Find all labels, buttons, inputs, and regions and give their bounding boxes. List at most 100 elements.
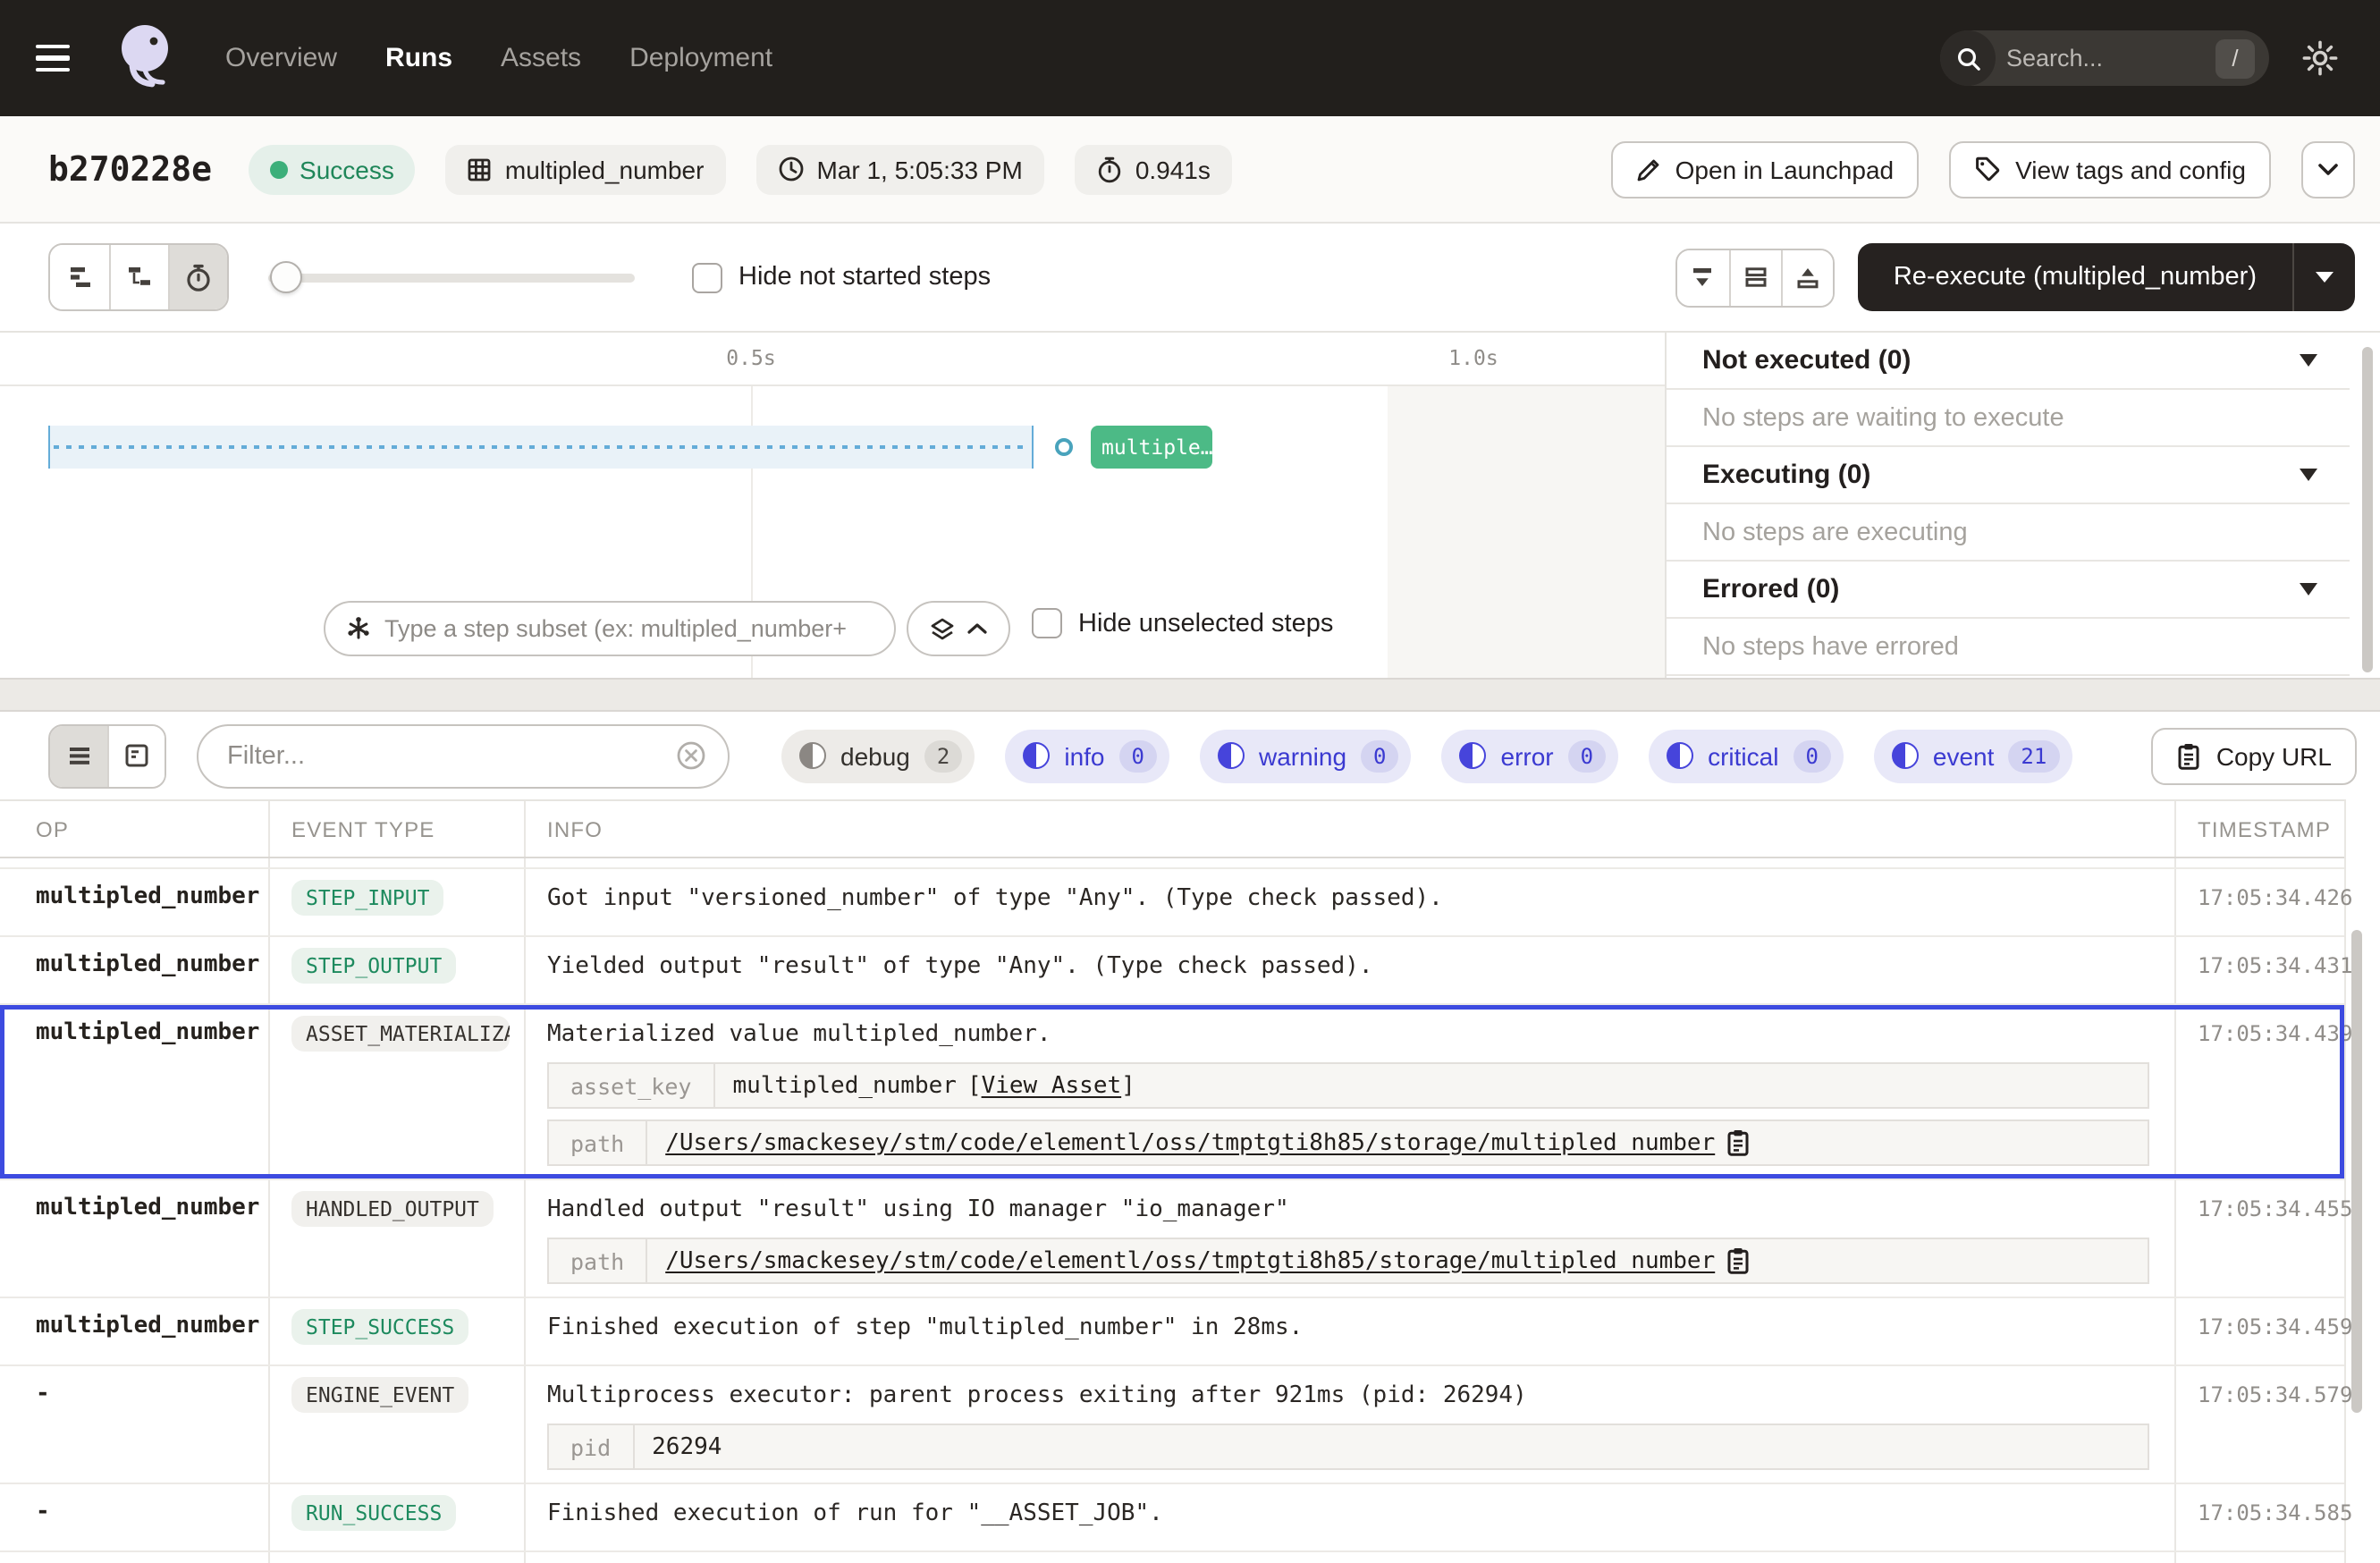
panel-split-button[interactable]	[1729, 249, 1781, 305]
copy-url-button[interactable]: Copy URL	[2152, 727, 2357, 784]
log-timestamp: 17:05:34.431	[2174, 937, 2346, 1003]
checkbox-box[interactable]	[692, 262, 722, 292]
log-level-chip-warning[interactable]: warning 0	[1200, 729, 1412, 782]
log-structured-view-button[interactable]	[107, 725, 165, 786]
graph-options-button[interactable]	[907, 601, 1010, 656]
pencil-icon	[1636, 156, 1661, 182]
log-event-type-cell: STEP_SUCCESS	[268, 1298, 524, 1364]
log-op: -	[0, 1552, 268, 1563]
panel-top-button[interactable]	[1781, 249, 1833, 305]
run-actions-expand-button[interactable]	[2301, 140, 2355, 198]
log-level-chip-info[interactable]: info0	[1005, 729, 1169, 782]
search-input[interactable]	[1996, 45, 2215, 72]
nav-link-deployment[interactable]: Deployment	[629, 43, 772, 73]
level-toggle-icon[interactable]	[1023, 742, 1050, 769]
log-level-chip-critical[interactable]: critical0	[1649, 729, 1844, 782]
grid-icon	[468, 156, 493, 182]
meta-key: path	[549, 1121, 647, 1164]
gantt-zoom-slider[interactable]	[268, 259, 635, 295]
stopwatch-icon	[1096, 155, 1123, 183]
panel-scrollbar-thumb[interactable]	[2362, 347, 2373, 672]
log-row[interactable]: -ENGINE_EVENTProcess for run exited (pid…	[0, 1552, 2344, 1563]
dagster-logo[interactable]	[111, 19, 182, 97]
hide-not-started-checkbox[interactable]: Hide not started steps	[692, 262, 991, 292]
path-link[interactable]: /Users/smackesey/stm/code/elementl/oss/t…	[665, 1247, 1715, 1274]
search-box[interactable]: /	[1940, 30, 2269, 86]
clock-icon	[777, 156, 804, 182]
level-label: error	[1501, 741, 1554, 770]
panel-section-title: Errored (0)	[1702, 574, 1839, 604]
reexecute-dropdown-button[interactable]	[2292, 243, 2355, 311]
gantt-step-bar[interactable]: multiple…	[1091, 426, 1212, 469]
log-row[interactable]: -RUN_SUCCESSFinished execution of run fo…	[0, 1484, 2344, 1552]
panel-empty-row: No steps are waiting to execute	[1667, 390, 2350, 447]
level-toggle-icon[interactable]	[1460, 742, 1487, 769]
log-filter-input-wrap[interactable]	[197, 723, 730, 788]
panel-section-title: Not executed (0)	[1702, 345, 1911, 376]
slider-knob[interactable]	[270, 261, 302, 293]
step-subset-input[interactable]	[384, 615, 876, 642]
reexecute-button[interactable]: Re-execute (multipled_number)	[1858, 243, 2355, 311]
menu-icon[interactable]	[36, 38, 82, 78]
nav-link-overview[interactable]: Overview	[225, 43, 337, 73]
panel-section-header[interactable]: Not executed (0)	[1667, 333, 2350, 390]
nav-link-assets[interactable]: Assets	[501, 43, 581, 73]
log-list-view-button[interactable]	[50, 725, 107, 786]
logs-toolbar: debug2 info0 warning 0 error0 critical0 event2…	[0, 712, 2380, 799]
open-in-launchpad-button[interactable]: Open in Launchpad	[1611, 140, 1919, 198]
caret-down-icon	[2300, 354, 2317, 367]
nav-link-runs[interactable]: Runs	[385, 43, 452, 73]
hide-unselected-checkbox[interactable]: Hide unselected steps	[1032, 608, 1333, 638]
level-label: event	[1933, 741, 1995, 770]
job-tag[interactable]: multipled_number	[446, 144, 726, 194]
log-row[interactable]: multipled_numberSTEP_INPUTGot input "ver…	[0, 869, 2344, 937]
meta-value: 26294	[634, 1428, 2148, 1466]
col-header-event-type: EVENT TYPE	[268, 801, 524, 857]
copy-path-icon[interactable]	[1726, 1128, 1751, 1157]
clear-filter-icon[interactable]	[676, 740, 706, 771]
log-row[interactable]: multipled_numberSTEP_SUCCESSFinished exe…	[0, 1298, 2344, 1366]
copy-path-icon[interactable]	[1726, 1246, 1751, 1275]
flat-view-button[interactable]	[50, 245, 109, 309]
log-row[interactable]: multipled_numberSTEP_OUTPUTYielded outpu…	[0, 937, 2344, 1005]
log-filter-input[interactable]	[227, 741, 676, 770]
log-op: multipled_number	[0, 869, 268, 935]
metadata-row: pid26294	[547, 1424, 2149, 1470]
level-toggle-icon[interactable]	[1667, 742, 1693, 769]
level-toggle-icon[interactable]	[1218, 742, 1245, 769]
log-level-chip-debug[interactable]: debug2	[781, 729, 975, 782]
log-table-body: multipled_numberSTEP_INPUTGot input "ver…	[0, 869, 2344, 1563]
log-info-text: Materialized value multipled_number.	[547, 1019, 2149, 1050]
duration-view-button[interactable]	[168, 245, 227, 309]
log-row[interactable]: -ENGINE_EVENTMultiprocess executor: pare…	[0, 1366, 2344, 1484]
log-op: multipled_number	[0, 1298, 268, 1364]
level-label: warning	[1259, 741, 1346, 770]
log-row[interactable]: multipled_numberHANDLED_OUTPUTHandled ou…	[0, 1180, 2344, 1298]
view-tags-config-button[interactable]: View tags and config	[1949, 140, 2271, 198]
log-level-chip-event[interactable]: event21	[1874, 729, 2072, 782]
event-type-badge: HANDLED_OUTPUT	[291, 1191, 494, 1227]
reexecute-label: Re-execute (multipled_number)	[1858, 263, 2292, 291]
table-scrollbar-thumb[interactable]	[2351, 930, 2362, 1413]
level-toggle-icon[interactable]	[799, 742, 826, 769]
log-info-cell: Got input "versioned_number" of type "An…	[524, 869, 2174, 935]
path-link[interactable]: /Users/smackesey/stm/code/elementl/oss/t…	[665, 1129, 1715, 1156]
settings-gear-icon[interactable]	[2298, 39, 2341, 77]
panel-section-header[interactable]: Executing (0)	[1667, 447, 2350, 504]
log-event-type-cell: STEP_INPUT	[268, 869, 524, 935]
log-timestamp: 17:05:34.459	[2174, 1298, 2346, 1364]
caret-down-icon	[2300, 469, 2317, 481]
level-count-badge: 0	[1361, 739, 1398, 772]
panel-section-header[interactable]: Errored (0)	[1667, 562, 2350, 619]
level-toggle-icon[interactable]	[1892, 742, 1919, 769]
gantt-view-mode-group	[48, 243, 229, 311]
view-asset-link[interactable]: View Asset	[982, 1072, 1122, 1099]
log-level-chip-error[interactable]: error0	[1442, 729, 1619, 782]
run-id: b270228e	[48, 149, 212, 189]
checkbox-box[interactable]	[1032, 608, 1062, 638]
log-row[interactable]: multipled_numberASSET_MATERIALIZAT…Mater…	[0, 1005, 2344, 1180]
log-info-cell: Yielded output "result" of type "Any". (…	[524, 937, 2174, 1003]
step-subset-input-wrap[interactable]	[324, 601, 896, 656]
panel-bottom-button[interactable]	[1677, 249, 1729, 305]
waterfall-view-button[interactable]	[109, 245, 168, 309]
